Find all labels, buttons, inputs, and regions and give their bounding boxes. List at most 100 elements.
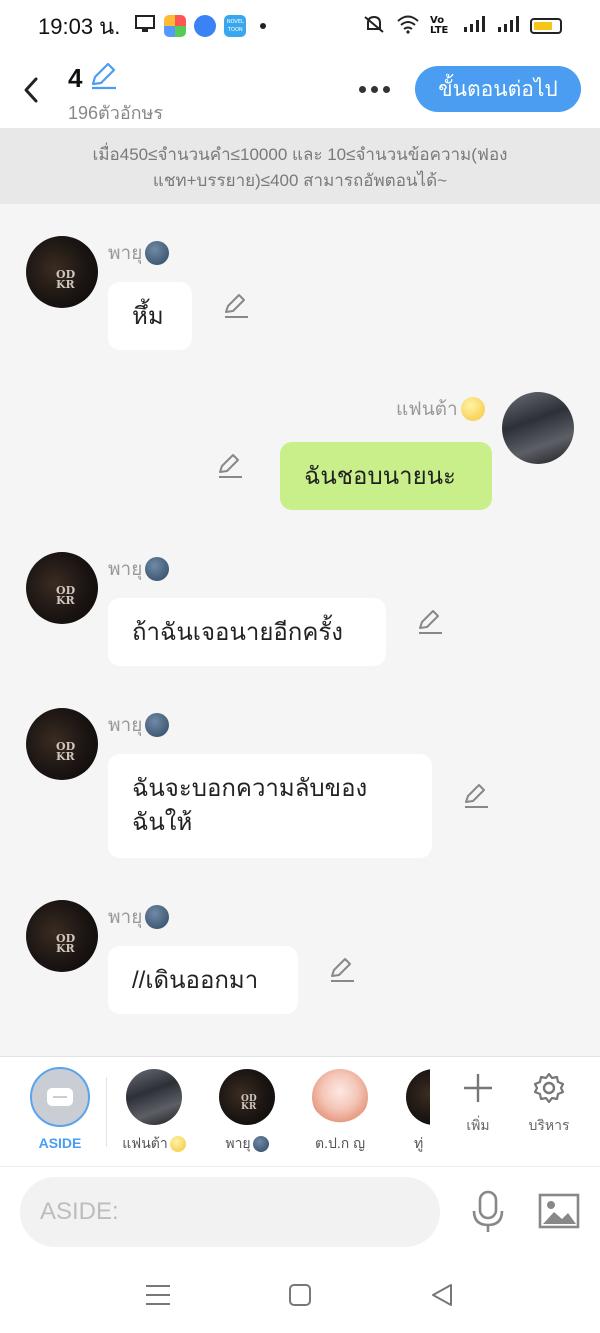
aside-text-input[interactable] xyxy=(20,1177,440,1247)
character-item[interactable]: แฟนต้า xyxy=(119,1069,189,1155)
add-label: เพิ่ม xyxy=(466,1117,490,1133)
avatar-shirt-print: OD KR xyxy=(241,1094,257,1112)
more-options-button[interactable] xyxy=(352,74,396,104)
dark-moon-emoji-icon xyxy=(145,905,170,929)
volte-label: Vo LTE xyxy=(430,15,449,36)
sender-name: พายุ xyxy=(108,710,170,740)
character-name: ทู่ xyxy=(400,1133,430,1155)
sender-name-text: แฟนต้า xyxy=(396,399,458,420)
divider xyxy=(106,1077,107,1147)
dot-icon xyxy=(260,23,267,29)
message-bubble[interactable]: //เดินออกมา xyxy=(108,946,298,1014)
character-avatar: OD KR xyxy=(219,1069,275,1125)
message-bubble[interactable]: ฉันจะบอกความลับของ ฉันให้ xyxy=(108,754,432,858)
chat-area[interactable]: OD KR พายุ หึ้ม แฟนต้า ฉันชอบนายนะ OD KR พ… xyxy=(0,204,600,1056)
character-item[interactable]: ต.ป.ก ญ xyxy=(305,1069,375,1155)
sender-name-text: พายุ xyxy=(108,715,143,736)
plus-icon xyxy=(464,1074,492,1102)
avatar-shirt-print: OD KR xyxy=(56,268,76,291)
editor-header: 4 196ตัวอักษร ขั้นตอนต่อไป xyxy=(0,52,600,128)
menu-icon[interactable] xyxy=(143,1282,173,1308)
message-bubble[interactable]: ถ้าฉันเจอนายอีกครั้ง xyxy=(108,598,386,666)
star-app-icon xyxy=(164,15,187,37)
message-line-2: ฉันให้ xyxy=(132,809,193,836)
character-avatar xyxy=(312,1069,368,1125)
character-name-text: ทู่ xyxy=(414,1135,424,1151)
edit-message-icon[interactable] xyxy=(416,608,444,636)
image-icon[interactable] xyxy=(538,1191,580,1231)
character-name-text: พายุ xyxy=(225,1135,251,1151)
gear-icon xyxy=(533,1072,565,1104)
edit-message-icon[interactable] xyxy=(222,292,250,320)
avatar-shirt-print: OD KR xyxy=(56,740,76,763)
sender-avatar[interactable]: OD KR xyxy=(26,900,98,972)
episode-title[interactable]: 4 xyxy=(68,63,82,94)
system-navigation-bar xyxy=(0,1256,600,1333)
add-character-button[interactable]: เพิ่ม xyxy=(448,1071,508,1137)
avatar-shirt-print: OD KR xyxy=(56,932,76,955)
sender-avatar[interactable]: OD KR xyxy=(26,552,98,624)
edit-title-icon[interactable] xyxy=(88,62,118,94)
status-time: 19:03 น. xyxy=(38,13,121,39)
dark-moon-emoji-icon xyxy=(252,1136,269,1152)
character-avatar xyxy=(406,1069,430,1125)
sun-face-emoji-icon xyxy=(169,1136,186,1152)
sender-name-text: พายุ xyxy=(108,243,143,264)
blue-app-icon xyxy=(194,15,217,37)
message-line-1: ฉันจะบอกความลับของ xyxy=(132,775,368,802)
chevron-left-icon xyxy=(24,77,38,103)
message-bubble[interactable]: หึ้ม xyxy=(108,282,192,350)
signal-icon-2 xyxy=(496,14,520,38)
status-right-icons: Vo LTE xyxy=(362,14,562,38)
sun-face-emoji-icon xyxy=(460,397,485,421)
sender-avatar[interactable]: OD KR xyxy=(26,708,98,780)
aside-label: ASIDE xyxy=(38,1135,82,1151)
noveltoon-app-icon: NOVEL TOON xyxy=(224,15,247,37)
character-name-text: ต.ป.ก ญ xyxy=(314,1135,366,1151)
sender-name-text: พายุ xyxy=(108,559,143,580)
sender-avatar[interactable] xyxy=(502,392,574,464)
wifi-icon xyxy=(396,14,420,38)
edit-message-icon[interactable] xyxy=(328,956,356,984)
aside-button[interactable] xyxy=(30,1067,90,1127)
character-name-text: แฟนต้า xyxy=(122,1135,168,1151)
character-avatar xyxy=(126,1069,182,1125)
status-app-icons: NOVEL TOON xyxy=(134,14,267,39)
avatar-shirt-print: OD KR xyxy=(56,584,76,607)
character-item[interactable]: ทู่ xyxy=(400,1069,430,1155)
noveltoon-badge-text: NOVEL TOON xyxy=(226,19,244,33)
battery-icon xyxy=(530,18,562,34)
home-icon[interactable] xyxy=(285,1282,315,1308)
edit-message-icon[interactable] xyxy=(462,782,490,810)
mute-icon xyxy=(362,14,386,38)
manage-label: บริหาร xyxy=(528,1117,570,1133)
character-name: ต.ป.ก ญ xyxy=(305,1133,375,1155)
message-input-area xyxy=(0,1166,600,1256)
sender-name-text: พายุ xyxy=(108,907,143,928)
character-name: พายุ xyxy=(212,1133,282,1155)
character-item[interactable]: OD KR พายุ xyxy=(212,1069,282,1155)
signal-icon-1 xyxy=(462,14,486,38)
back-triangle-icon[interactable] xyxy=(427,1282,457,1308)
back-button[interactable] xyxy=(14,68,48,112)
word-count-notice: เมื่อ450≤จำนวนคำ≤10000 และ 10≤จำนวนข้อคว… xyxy=(0,128,600,204)
sender-name: พายุ xyxy=(108,238,170,268)
sender-name: แฟนต้า xyxy=(396,394,485,424)
character-selector-bar: ASIDE แฟนต้า OD KR พายุ ต.ป.ก ญ ทู่ เพิ่ม… xyxy=(0,1056,600,1166)
sender-name: พายุ xyxy=(108,902,170,932)
manage-characters-button[interactable]: บริหาร xyxy=(519,1071,579,1137)
aside-chat-icon xyxy=(47,1088,73,1106)
dark-moon-emoji-icon xyxy=(145,713,170,737)
dot xyxy=(370,85,378,93)
notice-line-2: แชท+บรรยาย)≤400 สามารถอัพตอนได้~ xyxy=(152,171,448,190)
sender-avatar[interactable]: OD KR xyxy=(26,236,98,308)
edit-message-icon[interactable] xyxy=(216,452,244,480)
dot xyxy=(358,85,366,93)
next-step-button[interactable]: ขั้นตอนต่อไป xyxy=(415,66,581,112)
status-bar: 19:03 น. NOVEL TOON Vo LTE xyxy=(0,0,600,52)
character-count: 196ตัวอักษร xyxy=(68,103,164,123)
message-bubble[interactable]: ฉันชอบนายนะ xyxy=(280,442,492,510)
character-name: แฟนต้า xyxy=(119,1133,189,1155)
episode-title-wrap: 4 196ตัวอักษร xyxy=(68,62,163,127)
microphone-icon[interactable] xyxy=(468,1189,508,1235)
